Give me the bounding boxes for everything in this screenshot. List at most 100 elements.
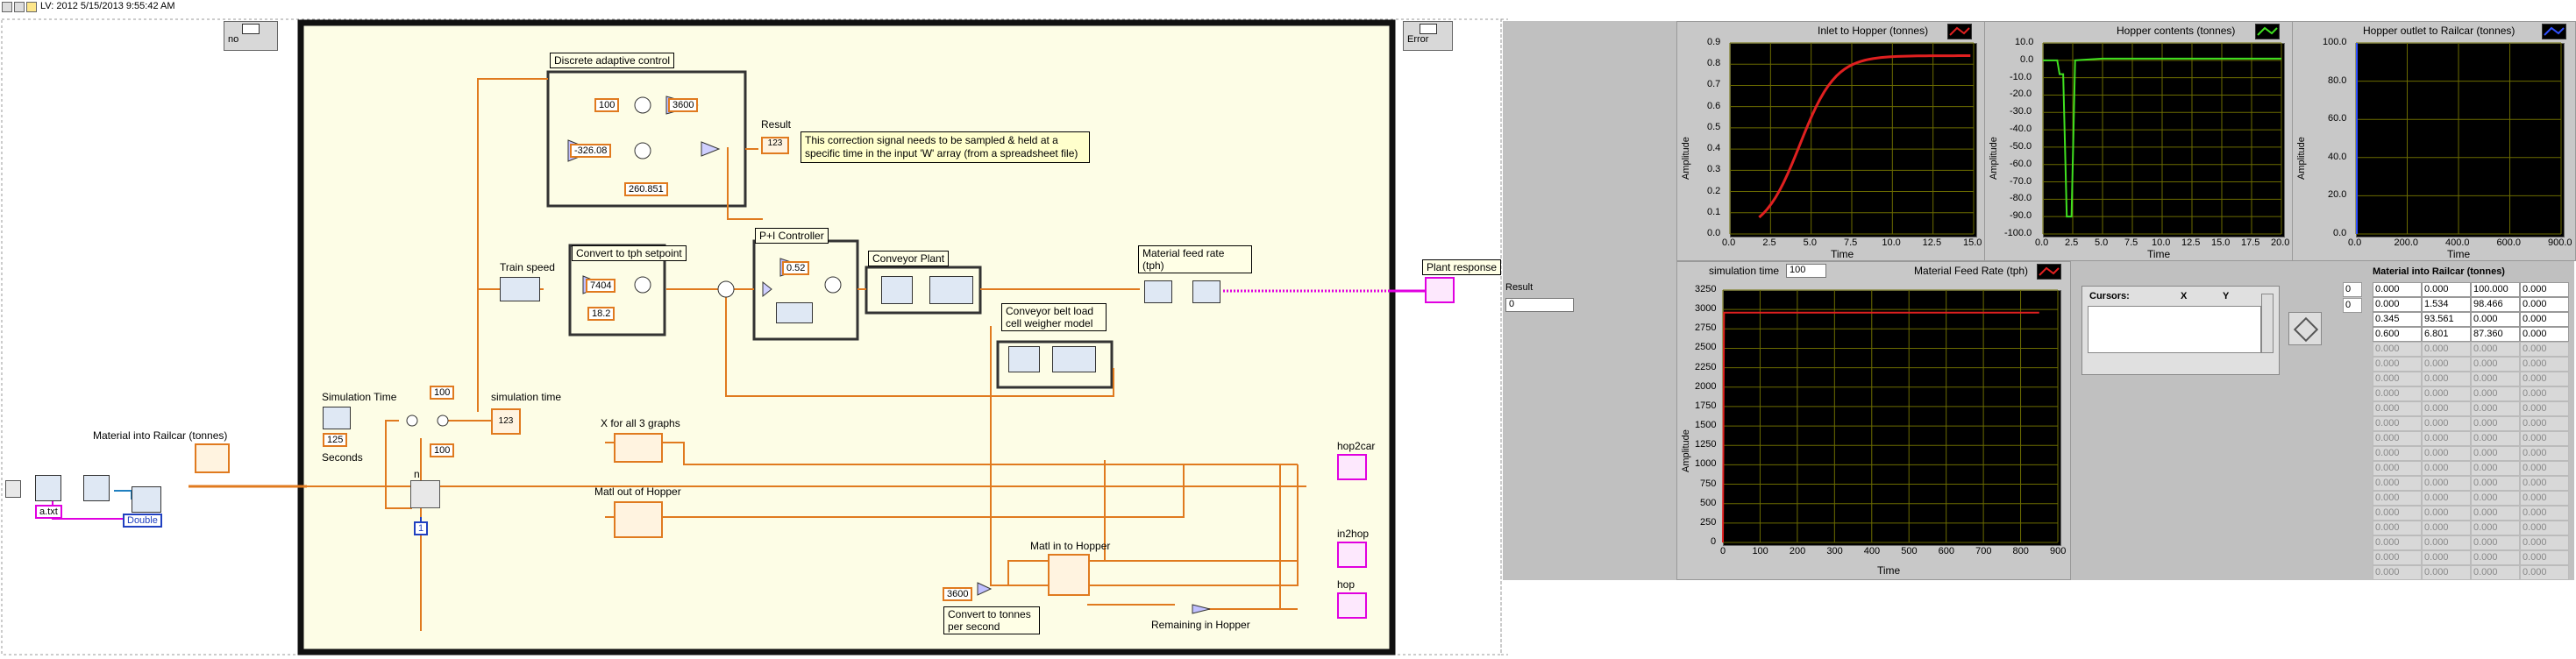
railcar-cell[interactable]: 0.000 (2422, 550, 2471, 565)
graph-legend[interactable] (2037, 264, 2061, 280)
railcar-cell[interactable]: 0.000 (2520, 357, 2569, 372)
railcar-cell[interactable]: 100.000 (2471, 282, 2520, 297)
convert-array-block[interactable] (132, 486, 161, 513)
graph-inlet-hopper[interactable]: Inlet to Hopper (tonnes) Amplitude Time (1676, 21, 1985, 261)
railcar-cell[interactable]: 0.000 (2471, 416, 2520, 431)
railcar-cell[interactable]: 0.000 (2373, 401, 2422, 416)
railcar-cell[interactable]: 0.000 (2471, 476, 2520, 491)
conveyor-plant-block-2[interactable] (929, 276, 973, 304)
railcar-cell[interactable]: 0.000 (2373, 491, 2422, 506)
railcar-cell[interactable]: 0.000 (2422, 372, 2471, 386)
railcar-cell[interactable]: 0.000 (2373, 342, 2422, 357)
railcar-cell[interactable]: 0.000 (2520, 431, 2569, 446)
feed-rate-block-1[interactable] (1144, 280, 1172, 303)
railcar-cell[interactable]: 93.561 (2422, 312, 2471, 327)
railcar-cell[interactable]: 0.000 (2520, 506, 2569, 521)
file-name-constant[interactable]: a.txt (35, 505, 62, 519)
constant-125[interactable]: 125 (323, 433, 348, 447)
railcar-cell[interactable]: 0.000 (2471, 535, 2520, 550)
railcar-cell[interactable]: 0.000 (2373, 297, 2422, 312)
railcar-cell[interactable]: 0.000 (2422, 446, 2471, 461)
railcar-cell[interactable]: 0.000 (2520, 342, 2569, 357)
railcar-cell[interactable]: 0.600 (2373, 327, 2422, 342)
in2hop-terminal[interactable] (1337, 542, 1367, 568)
railcar-cell[interactable]: 0.000 (2471, 521, 2520, 535)
matl-in-hopper-block[interactable] (1048, 554, 1090, 596)
railcar-cell[interactable]: 0.000 (2471, 342, 2520, 357)
railcar-cell[interactable]: 0.000 (2373, 431, 2422, 446)
feed-rate-block-2[interactable] (1192, 280, 1220, 303)
railcar-cell[interactable]: 0.000 (2471, 506, 2520, 521)
train-speed-control[interactable] (500, 277, 540, 301)
simulation-time-control[interactable] (323, 407, 351, 429)
railcar-cell[interactable]: 0.000 (2373, 506, 2422, 521)
railcar-cell[interactable]: 0.000 (2373, 476, 2422, 491)
railcar-cell[interactable]: 0.000 (2520, 312, 2569, 327)
railcar-cell[interactable]: 0.000 (2471, 357, 2520, 372)
n-loop-node[interactable] (410, 480, 440, 508)
graph-plot-area[interactable] (1723, 290, 2061, 546)
case-selector-right[interactable]: Error (1403, 21, 1453, 51)
railcar-cell[interactable]: 0.000 (2471, 491, 2520, 506)
railcar-cell[interactable]: 1.534 (2422, 297, 2471, 312)
railcar-cell[interactable]: 0.000 (2520, 297, 2569, 312)
railcar-index-0[interactable]: 0 (2343, 282, 2362, 297)
railcar-cell[interactable]: 0.000 (2422, 535, 2471, 550)
case-selector-left[interactable]: no (224, 21, 278, 51)
railcar-cell[interactable]: 0.000 (2471, 565, 2520, 580)
railcar-cell[interactable]: 0.345 (2373, 312, 2422, 327)
graph-plot-area[interactable] (1730, 43, 1977, 237)
simulation-time-indicator[interactable]: 123 (491, 408, 521, 435)
railcar-cell[interactable]: 0.000 (2373, 565, 2422, 580)
railcar-cell[interactable]: 0.000 (2520, 550, 2569, 565)
railcar-cell[interactable]: 0.000 (2520, 535, 2569, 550)
railcar-cell[interactable]: 0.000 (2471, 550, 2520, 565)
railcar-cell[interactable]: 0.000 (2373, 372, 2422, 386)
x-for-graphs-build-array[interactable] (614, 433, 663, 463)
constant-100-b[interactable]: 100 (430, 386, 455, 400)
railcar-table[interactable]: Material into Railcar (tonnes) 0 0 0.000… (2343, 265, 2572, 580)
belt-weigher-block-2[interactable] (1052, 346, 1096, 372)
constant-1[interactable]: 1 (414, 521, 429, 535)
railcar-cell[interactable]: 0.000 (2373, 446, 2422, 461)
cursor-list-area[interactable] (2088, 306, 2261, 353)
railcar-cell[interactable]: 0.000 (2373, 357, 2422, 372)
hop2car-terminal[interactable] (1337, 454, 1367, 480)
railcar-cell[interactable]: 0.000 (2373, 535, 2422, 550)
railcar-cell[interactable]: 0.000 (2422, 282, 2471, 297)
railcar-cell[interactable]: 0.000 (2520, 282, 2569, 297)
constant-3600-b[interactable]: 3600 (943, 587, 973, 601)
constant-260[interactable]: 260.851 (624, 182, 668, 196)
railcar-cell[interactable]: 0.000 (2422, 491, 2471, 506)
railcar-cell[interactable]: 0.000 (2422, 431, 2471, 446)
railcar-cell[interactable]: 0.000 (2422, 386, 2471, 401)
constant-neg326[interactable]: -326.08 (570, 144, 612, 158)
file-path-icon[interactable] (5, 480, 21, 498)
constant-7404[interactable]: 7404 (586, 279, 616, 293)
constant-3600[interactable]: 3600 (668, 98, 699, 112)
graph-plot-area[interactable] (2356, 43, 2565, 237)
belt-weigher-block-1[interactable] (1008, 346, 1040, 372)
railcar-cell[interactable]: 0.000 (2471, 372, 2520, 386)
railcar-cell[interactable]: 0.000 (2422, 416, 2471, 431)
graph-plot-area[interactable] (2043, 43, 2285, 237)
railcar-cell[interactable]: 0.000 (2373, 521, 2422, 535)
railcar-cell[interactable]: 0.000 (2520, 327, 2569, 342)
cursor-scrollbar[interactable] (2261, 294, 2274, 353)
hop-terminal[interactable] (1337, 592, 1367, 619)
railcar-cell[interactable]: 0.000 (2520, 446, 2569, 461)
railcar-cell[interactable]: 0.000 (2471, 312, 2520, 327)
cursor-move-control[interactable] (2288, 312, 2322, 345)
railcar-cell[interactable]: 0.000 (2422, 521, 2471, 535)
spreadsheet-block[interactable] (83, 475, 110, 501)
railcar-cell[interactable]: 87.360 (2471, 327, 2520, 342)
graph-legend[interactable] (1947, 24, 1972, 39)
railcar-index-1[interactable]: 0 (2343, 298, 2362, 313)
constant-18-2[interactable]: 18.2 (587, 307, 616, 321)
railcar-cell[interactable]: 0.000 (2373, 550, 2422, 565)
railcar-cell[interactable]: 0.000 (2422, 401, 2471, 416)
sim-time-field[interactable]: 100 (1786, 264, 1826, 278)
railcar-cell[interactable]: 98.466 (2471, 297, 2520, 312)
railcar-cell[interactable]: 0.000 (2373, 416, 2422, 431)
railcar-cell[interactable]: 0.000 (2520, 401, 2569, 416)
